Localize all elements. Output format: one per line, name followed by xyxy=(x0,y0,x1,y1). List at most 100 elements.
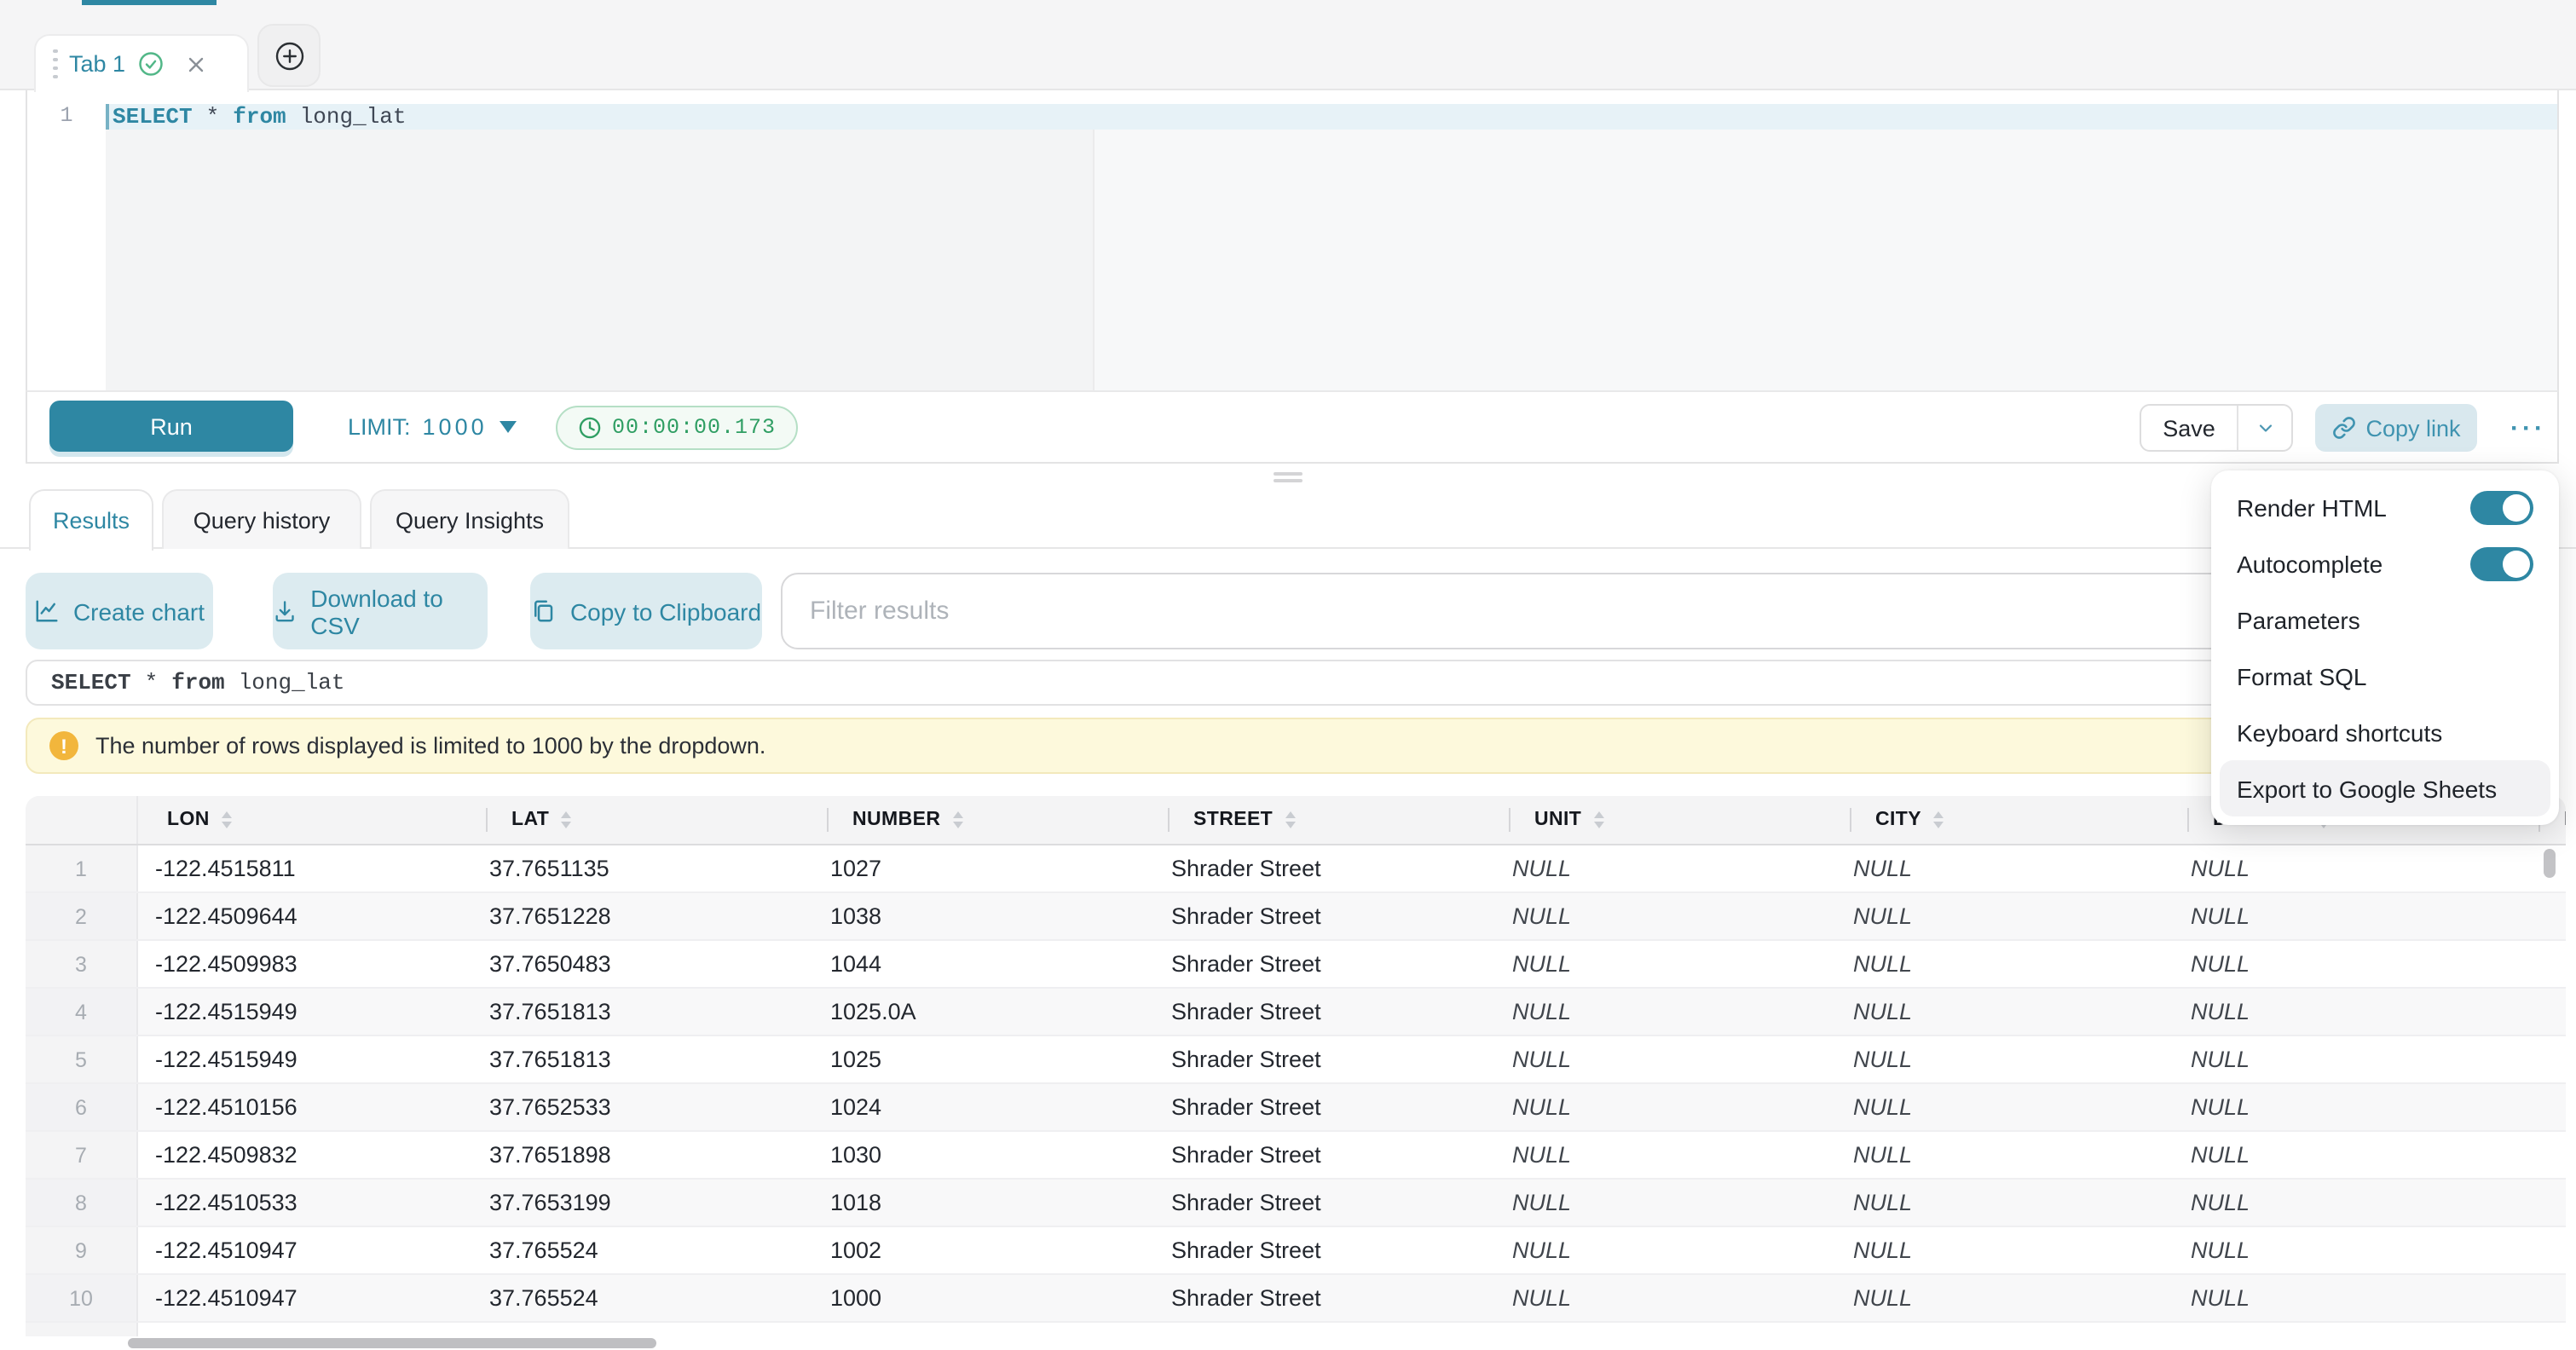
run-button[interactable]: Run xyxy=(49,401,293,452)
table-cell: 1038 xyxy=(813,893,1154,939)
table-cell: NULL xyxy=(1836,1180,2174,1226)
table-row[interactable]: 8-122.451053337.76531991018Shrader Stree… xyxy=(26,1180,2566,1227)
row-number: 7 xyxy=(26,1132,138,1178)
query-tab[interactable]: Tab 1 xyxy=(34,34,249,92)
editor-print-margin xyxy=(1093,130,2557,390)
table-row[interactable]: 4-122.451594937.76518131025.0AShrader St… xyxy=(26,989,2566,1036)
column-header-city[interactable]: CITY xyxy=(1836,796,2174,844)
sql-identifier: long_lat xyxy=(300,104,407,130)
clock-icon xyxy=(578,416,602,440)
table-cell: NULL xyxy=(2174,1132,2525,1178)
table-row[interactable]: 9-122.451094737.7655241002Shrader Street… xyxy=(26,1227,2566,1275)
drag-handle-icon[interactable] xyxy=(53,49,57,79)
sql-keyword: SELECT xyxy=(113,104,193,130)
query-timer-badge: 00:00:00.173 xyxy=(556,406,798,450)
column-header-unit[interactable]: UNIT xyxy=(1495,796,1836,844)
table-row[interactable]: 7-122.450983237.76518981030Shrader Stree… xyxy=(26,1132,2566,1180)
table-cell: NULL xyxy=(1495,1275,1836,1321)
create-chart-button[interactable]: Create chart xyxy=(26,573,213,649)
copy-to-clipboard-label: Copy to Clipboard xyxy=(570,597,761,625)
table-cell: 37.765524 xyxy=(472,1275,813,1321)
query-toolbar: Run LIMIT: 1000 00:00:00.173 Save Copy l… xyxy=(26,390,2559,464)
table-cell: NULL xyxy=(2174,1084,2525,1130)
sql-operator: * xyxy=(206,104,220,130)
pane-resize-handle[interactable] xyxy=(1274,472,1302,486)
tab-results[interactable]: Results xyxy=(29,489,153,551)
table-header: LONLATNUMBERSTREETUNITCITYDISTRICTRE xyxy=(26,796,2566,845)
copy-link-label: Copy link xyxy=(2365,415,2460,441)
table-cell: 1025.0A xyxy=(813,989,1154,1035)
sort-icon[interactable] xyxy=(1285,811,1295,828)
executed-query-display: SELECT * from long_lat xyxy=(26,660,2559,706)
table-row[interactable]: 5-122.451594937.76518131025Shrader Stree… xyxy=(26,1036,2566,1084)
menu-item-render-html[interactable]: Render HTML xyxy=(2220,479,2550,535)
menu-item-parameters[interactable]: Parameters xyxy=(2220,591,2550,648)
table-cell: NULL xyxy=(1495,845,1836,891)
table-cell: 37.7652533 xyxy=(472,1084,813,1130)
tab-query-insights[interactable]: Query Insights xyxy=(370,489,569,549)
vertical-scrollbar[interactable] xyxy=(2544,849,2556,878)
row-number: 9 xyxy=(26,1227,138,1273)
horizontal-scrollbar[interactable] xyxy=(128,1338,656,1348)
table-cell: 1025 xyxy=(813,1036,1154,1082)
toggle-on[interactable] xyxy=(2470,546,2533,580)
table-cell: NULL xyxy=(2174,1180,2525,1226)
new-tab-button[interactable] xyxy=(257,24,321,87)
clipboard-icon xyxy=(531,598,557,624)
line-number: 1 xyxy=(27,104,106,130)
editor-active-line[interactable]: SELECT * from long_lat xyxy=(106,104,2557,130)
column-label: LAT xyxy=(511,810,549,830)
copy-link-button[interactable]: Copy link xyxy=(2315,404,2477,452)
warning-text: The number of rows displayed is limited … xyxy=(95,733,765,759)
menu-item-export-to-google-sheets[interactable]: Export to Google Sheets xyxy=(2220,760,2550,816)
column-header-street[interactable]: STREET xyxy=(1154,796,1495,844)
save-split-button: Save xyxy=(2140,404,2293,452)
column-separator xyxy=(2187,808,2189,832)
table-row[interactable]: 10-122.451094737.7655241000Shrader Stree… xyxy=(26,1275,2566,1323)
save-options-button[interactable] xyxy=(2237,406,2291,450)
table-row[interactable]: 1-122.451581137.76511351027Shrader Stree… xyxy=(26,845,2566,893)
table-cell: 1002 xyxy=(813,1227,1154,1273)
table-cell: NULL xyxy=(1495,1036,1836,1082)
table-cell: 1044 xyxy=(813,941,1154,987)
sql-code-editor[interactable]: 1 SELECT * from long_lat xyxy=(26,90,2559,390)
column-header-number[interactable]: NUMBER xyxy=(813,796,1154,844)
toggle-on[interactable] xyxy=(2470,490,2533,524)
tab-query-history[interactable]: Query history xyxy=(162,489,361,549)
menu-item-label: Parameters xyxy=(2237,606,2360,633)
table-cell: 37.7651813 xyxy=(472,1036,813,1082)
menu-item-label: Export to Google Sheets xyxy=(2237,775,2497,802)
sort-icon[interactable] xyxy=(1593,811,1603,828)
copy-to-clipboard-button[interactable]: Copy to Clipboard xyxy=(530,573,762,649)
sort-icon[interactable] xyxy=(222,811,232,828)
table-row[interactable]: 2-122.450964437.76512281038Shrader Stree… xyxy=(26,893,2566,941)
table-cell: 1024 xyxy=(813,1084,1154,1130)
menu-item-format-sql[interactable]: Format SQL xyxy=(2220,648,2550,704)
limit-dropdown[interactable]: LIMIT: 1000 xyxy=(348,392,517,462)
table-row[interactable]: 3-122.450998337.76504831044Shrader Stree… xyxy=(26,941,2566,989)
column-header-lon[interactable]: LON xyxy=(138,796,472,844)
column-label: LON xyxy=(167,810,210,830)
query-tab-label: Tab 1 xyxy=(69,51,125,77)
download-csv-button[interactable]: Download to CSV xyxy=(273,573,488,649)
close-tab-icon[interactable] xyxy=(185,54,205,74)
menu-item-autocomplete[interactable]: Autocomplete xyxy=(2220,535,2550,591)
row-number: 10 xyxy=(26,1275,138,1321)
table-cell: 1000 xyxy=(813,1275,1154,1321)
sort-icon[interactable] xyxy=(561,811,571,828)
horizontal-scrollbar-track xyxy=(26,1336,2559,1350)
table-row[interactable]: 6-122.451015637.76525331024Shrader Stree… xyxy=(26,1084,2566,1132)
menu-item-keyboard-shortcuts[interactable]: Keyboard shortcuts xyxy=(2220,704,2550,760)
column-header-lat[interactable]: LAT xyxy=(472,796,813,844)
more-options-button[interactable]: ··· xyxy=(2499,399,2557,457)
row-limit-warning-banner: ! The number of rows displayed is limite… xyxy=(26,718,2559,774)
column-separator xyxy=(486,808,488,832)
row-number: 2 xyxy=(26,893,138,939)
table-cell: -122.4509644 xyxy=(138,893,472,939)
save-button[interactable]: Save xyxy=(2141,406,2237,450)
table-cell: -122.4510156 xyxy=(138,1084,472,1130)
column-separator xyxy=(827,808,829,832)
table-cell: NULL xyxy=(1495,1132,1836,1178)
sort-icon[interactable] xyxy=(952,811,962,828)
sort-icon[interactable] xyxy=(1933,811,1944,828)
